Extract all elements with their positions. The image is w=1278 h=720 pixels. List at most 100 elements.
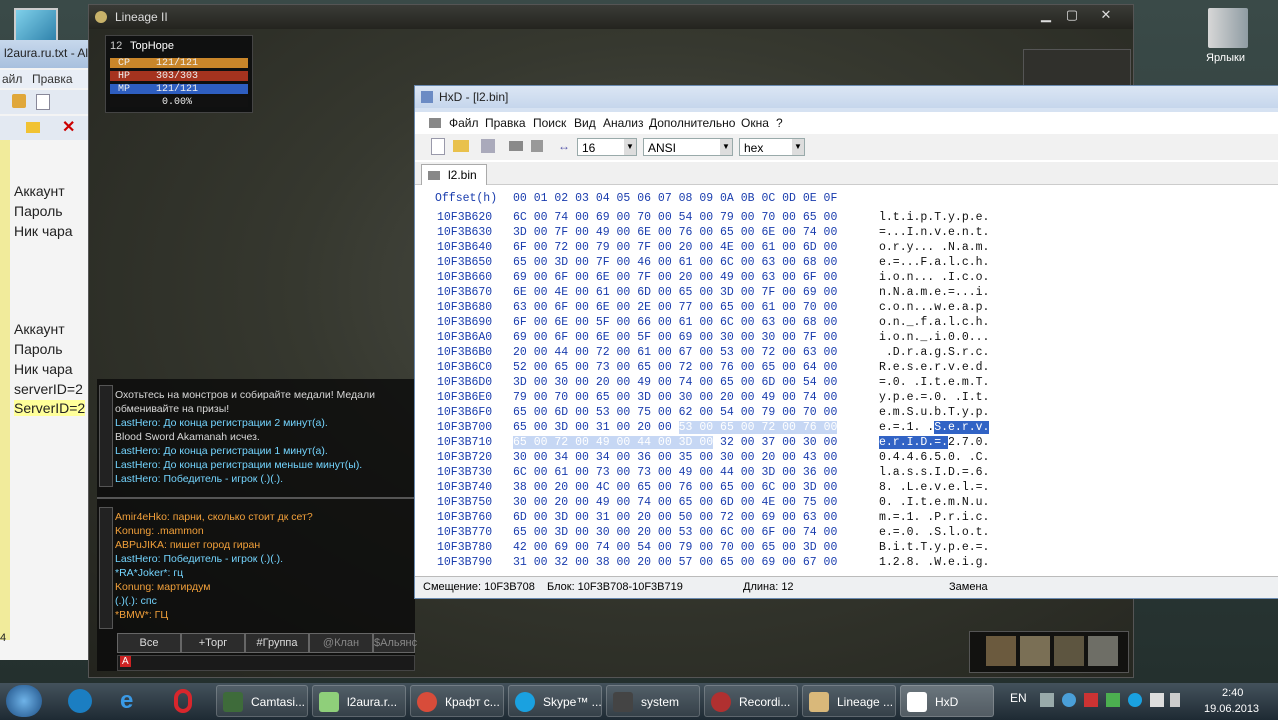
ascii-row[interactable]: i.o.n... .I.c.o.: [879, 271, 989, 284]
chat-tab-all[interactable]: Все: [117, 633, 181, 653]
line-12[interactable]: Ник чара: [14, 361, 73, 377]
media-player-icon[interactable]: [62, 685, 98, 717]
charset-select[interactable]: ANSI ▼: [643, 138, 733, 156]
network-icon[interactable]: [1150, 693, 1164, 707]
hex-row[interactable]: 6C 00 61 00 73 00 73 00 49 00 44 00 3D 0…: [513, 466, 837, 479]
chat-tab-alliance[interactable]: $Альянс: [373, 633, 417, 653]
volume-icon[interactable]: [1170, 693, 1180, 707]
clock-time[interactable]: 2:40: [1222, 687, 1243, 699]
hex-row[interactable]: 3D 00 30 00 20 00 49 00 74 00 65 00 6D 0…: [513, 376, 837, 389]
ascii-row[interactable]: o.r.y... .N.a.m.: [879, 241, 989, 254]
skill-slot-1-icon[interactable]: [986, 636, 1016, 666]
ascii-row[interactable]: e.=...F.a.l.c.h.: [879, 256, 989, 269]
hex-row[interactable]: 65 00 72 00 49 00 44 00 3D 00 32 00 37 0…: [513, 436, 837, 449]
ascii-row[interactable]: l.a.s.s.I.D.=.6.: [879, 466, 989, 479]
close-icon[interactable]: ✕: [62, 117, 75, 137]
task-notepad[interactable]: l2aura.r...: [312, 685, 406, 717]
hex-row[interactable]: 42 00 69 00 74 00 54 00 79 00 70 00 65 0…: [513, 541, 837, 554]
hex-row[interactable]: 6D 00 3D 00 31 00 20 00 50 00 72 00 69 0…: [513, 511, 837, 524]
task-chrome[interactable]: Крафт с...: [410, 685, 504, 717]
chat-tab-clan[interactable]: @Клан: [309, 633, 373, 653]
chat-divider[interactable]: [97, 497, 415, 499]
line-5[interactable]: Ник чара: [14, 223, 73, 239]
save-file-icon[interactable]: [481, 139, 495, 153]
opera-icon[interactable]: [166, 685, 202, 717]
chat-tab-trade[interactable]: +Торг: [181, 633, 245, 653]
hex-row[interactable]: 20 00 44 00 72 00 61 00 67 00 53 00 72 0…: [513, 346, 837, 359]
hex-row[interactable]: 30 00 34 00 34 00 36 00 35 00 30 00 20 0…: [513, 451, 837, 464]
hex-row[interactable]: 6C 00 74 00 69 00 70 00 54 00 79 00 70 0…: [513, 211, 837, 224]
hex-row[interactable]: 65 00 3D 00 30 00 20 00 53 00 6C 00 6F 0…: [513, 526, 837, 539]
line-11[interactable]: Пароль: [14, 341, 63, 357]
chat-input[interactable]: A: [117, 655, 415, 671]
skill-slot-4-icon[interactable]: [1088, 636, 1118, 666]
hex-row[interactable]: 65 00 3D 00 31 00 20 00 53 00 65 00 72 0…: [513, 421, 838, 434]
tray-icon[interactable]: [1040, 693, 1054, 707]
ascii-row[interactable]: =.0. .I.t.e.m.T.: [879, 376, 989, 389]
skill-slot-2-icon[interactable]: [1020, 636, 1050, 666]
ascii-row[interactable]: y.p.e.=.0. .I.t.: [879, 391, 989, 404]
task-system[interactable]: system: [606, 685, 700, 717]
close-button[interactable]: ✕: [1093, 7, 1119, 23]
ascii-row[interactable]: l.t.i.p.T.y.p.e.: [879, 211, 989, 224]
line-14[interactable]: ServerID=2: [14, 400, 86, 416]
clock-date[interactable]: 19.06.2013: [1204, 703, 1259, 715]
task-camtasia[interactable]: Camtasi...: [216, 685, 308, 717]
line-13[interactable]: serverID=2: [14, 381, 83, 397]
hex-selection[interactable]: 53 00 65 00 72 00 76 00: [678, 421, 838, 434]
tray-icon[interactable]: [1084, 693, 1098, 707]
line-10[interactable]: Аккаунт: [14, 321, 65, 337]
open-file-icon[interactable]: [453, 140, 469, 152]
ascii-row[interactable]: 8. .L.e.v.e.l.=.: [879, 481, 989, 494]
start-button[interactable]: [6, 685, 42, 717]
hex-row[interactable]: 52 00 65 00 73 00 65 00 72 00 76 00 65 0…: [513, 361, 837, 374]
internet-explorer-icon[interactable]: e: [114, 685, 150, 717]
ascii-row[interactable]: .D.r.a.g.S.r.c.: [879, 346, 990, 359]
language-indicator[interactable]: EN: [1010, 691, 1027, 705]
hex-row[interactable]: 63 00 6F 00 6E 00 2E 00 77 00 65 00 61 0…: [513, 301, 837, 314]
chat-tab-party[interactable]: #Группа: [245, 633, 309, 653]
ascii-row[interactable]: B.i.t.T.y.p.e.=.: [879, 541, 989, 554]
task-recording[interactable]: Recordi...: [704, 685, 798, 717]
skill-slot-3-icon[interactable]: [1054, 636, 1084, 666]
hex-row[interactable]: 6F 00 6E 00 5F 00 66 00 61 00 6C 00 63 0…: [513, 316, 837, 329]
tray-icon[interactable]: [1062, 693, 1076, 707]
mode-select[interactable]: hex ▼: [739, 138, 805, 156]
hex-selection[interactable]: 65 00 72 00 49 00 44 00 3D 00: [513, 436, 714, 449]
new-icon[interactable]: [36, 94, 50, 110]
ascii-row[interactable]: e.r.I.D.=.2.7.0.: [879, 436, 989, 449]
chat-scroll-top[interactable]: [99, 385, 113, 487]
task-lineage[interactable]: Lineage ...: [802, 685, 896, 717]
maximize-button[interactable]: ▢: [1059, 7, 1085, 23]
ascii-selection[interactable]: e.r.I.D.=.: [879, 436, 949, 449]
ascii-selection[interactable]: S.e.r.v.: [934, 421, 990, 434]
notepad-menu-file[interactable]: айл: [2, 72, 22, 86]
shortcuts-label[interactable]: Ярлыки: [1206, 52, 1245, 64]
ascii-row[interactable]: c.o.n...w.e.a.p.: [879, 301, 989, 314]
ascii-row[interactable]: e.=.0. .S.l.o.t.: [879, 526, 989, 539]
hex-row[interactable]: 38 00 20 00 4C 00 65 00 76 00 65 00 6C 0…: [513, 481, 837, 494]
menu-extra[interactable]: Дополнительно: [649, 116, 735, 130]
save-icon[interactable]: [12, 94, 26, 108]
hex-row[interactable]: 65 00 6D 00 53 00 75 00 62 00 54 00 79 0…: [513, 406, 837, 419]
ascii-row[interactable]: e.=.1. .S.e.r.v.: [879, 421, 990, 434]
line-4[interactable]: Пароль: [14, 203, 63, 219]
tray-icon[interactable]: [1128, 693, 1142, 707]
task-hxd[interactable]: HxD: [900, 685, 994, 717]
menu-edit[interactable]: Правка: [485, 116, 526, 130]
line-3[interactable]: Аккаунт: [14, 183, 65, 199]
task-skype[interactable]: Skype™ ...: [508, 685, 602, 717]
ascii-row[interactable]: R.e.s.e.r.v.e.d.: [879, 361, 989, 374]
hex-row[interactable]: 30 00 20 00 49 00 74 00 65 00 6D 00 4E 0…: [513, 496, 837, 509]
menu-file[interactable]: Файл: [449, 116, 479, 130]
bytes-per-row-select[interactable]: 16 ▼: [577, 138, 637, 156]
tray-icon[interactable]: [1106, 693, 1120, 707]
menu-search[interactable]: Поиск: [533, 116, 566, 130]
ascii-row[interactable]: i.o.n._.i.0.0...: [879, 331, 989, 344]
hex-row[interactable]: 79 00 70 00 65 00 3D 00 30 00 20 00 49 0…: [513, 391, 837, 404]
ascii-row[interactable]: 0.4.4.6.5.0. .C.: [879, 451, 989, 464]
ascii-row[interactable]: e.m.S.u.b.T.y.p.: [879, 406, 989, 419]
minimize-button[interactable]: ▁: [1033, 7, 1059, 23]
ascii-row[interactable]: n.N.a.m.e.=...i.: [879, 286, 989, 299]
new-file-icon[interactable]: [431, 138, 445, 155]
